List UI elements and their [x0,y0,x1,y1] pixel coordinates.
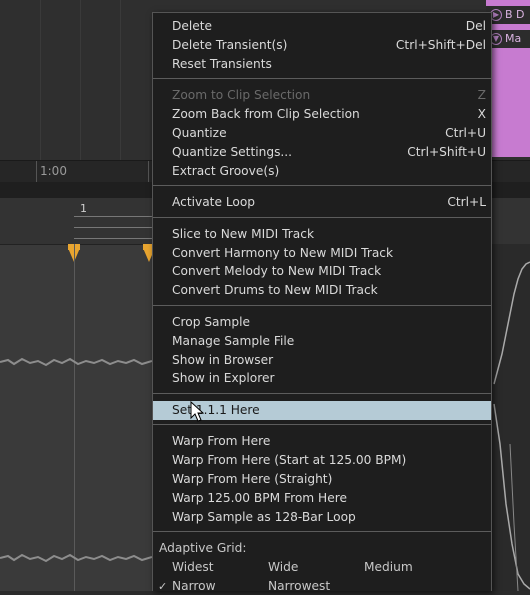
menu-item-label: Convert Drums to New MIDI Track [172,283,378,298]
menu-item-convert-harmony-to-new-midi-track[interactable]: Convert Harmony to New MIDI Track [153,244,491,263]
waveform-right [492,244,530,592]
menu-item-label: Reset Transients [172,56,272,71]
menu-item-extract-groove-s[interactable]: Extract Groove(s) [153,162,491,181]
context-menu: Delete Del Delete Transient(s) Ctrl+Shift+D… [152,12,492,591]
grid-option-narrow[interactable]: Narrow [172,579,216,591]
mouse-cursor-icon [190,401,204,422]
grid-option-medium[interactable]: Medium [364,560,413,574]
menu-item-label: Warp 125.00 BPM From Here [172,490,347,505]
bar-number: 1 [80,202,87,215]
grid-option-widest[interactable]: Widest [172,560,214,574]
menu-item-label: Slice to New MIDI Track [172,226,314,241]
menu-separator [153,531,491,533]
time-tick [148,161,149,183]
menu-item-convert-melody-to-new-midi-track[interactable]: Convert Melody to New MIDI Track [153,262,491,281]
menu-item-label: Zoom to Clip Selection [172,88,311,103]
menu-item-warp-from-here-start-at-125-00-bpm[interactable]: Warp From Here (Start at 125.00 BPM) [153,451,491,470]
menu-item-label: Show in Explorer [172,371,275,386]
track-name: B D [505,8,525,21]
menu-item-shortcut: Ctrl+Shift+U [407,144,486,159]
menu-item-label: Warp From Here (Straight) [172,472,333,486]
menu-item-convert-drums-to-new-midi-track[interactable]: Convert Drums to New MIDI Track [153,281,491,300]
menu-item-label: Manage Sample File [172,333,295,348]
menu-item-shortcut: Z [477,88,486,103]
menu-separator [153,424,491,426]
menu-separator [153,304,491,306]
menu-item-label: Quantize Settings... [172,144,293,159]
grid-line [80,0,81,160]
track-header[interactable]: ▶ B D [486,6,530,24]
menu-item-label: Extract Groove(s) [172,163,280,178]
menu-item-shortcut: Ctrl+Shift+Del [395,37,486,52]
menu-item-crop-sample[interactable]: Crop Sample [153,313,491,332]
loop-brace [74,216,154,217]
menu-item-label: Set 1.1.1 Here [172,402,260,417]
menu-item-zoom-back-from-clip-selection[interactable]: Zoom Back from Clip Selection X [153,105,491,124]
menu-item-label: Crop Sample [172,314,251,329]
menu-item-show-in-browser[interactable]: Show in Browser [153,351,491,370]
menu-separator [153,185,491,187]
adaptive-grid-header: Adaptive Grid: [159,541,247,556]
waveform [0,553,152,563]
menu-separator [153,392,491,394]
time-label: 1:00 [40,164,67,178]
menu-item-reset-transients[interactable]: Reset Transients [153,55,491,74]
menu-item-show-in-explorer[interactable]: Show in Explorer [153,369,491,388]
menu-item-label: Delete Transient(s) [172,37,288,52]
menu-item-delete-transient-s[interactable]: Delete Transient(s) Ctrl+Shift+Del [153,36,491,55]
menu-item-label: Quantize [172,126,227,140]
menu-item-warp-125-00-bpm-from-here[interactable]: Warp 125.00 BPM From Here [153,489,491,508]
menu-item-warp-from-here[interactable]: Warp From Here [153,432,491,451]
grid-line [120,0,121,160]
menu-item-delete[interactable]: Delete Del [153,17,491,36]
menu-item-shortcut: X [477,107,486,122]
grid-option-narrowest[interactable]: Narrowest [268,579,330,591]
menu-item-shortcut: Ctrl+L [447,195,486,210]
menu-item-label: Convert Melody to New MIDI Track [172,264,382,279]
track-header[interactable]: ▼ Ma [486,30,530,48]
menu-item-warp-sample-as-128-bar-loop[interactable]: Warp Sample as 128-Bar Loop [153,508,491,527]
loop-brace [74,238,154,239]
track-name: Ma [505,32,522,45]
menu-separator [153,78,491,80]
grid-option-wide[interactable]: Wide [268,560,298,574]
checkmark-icon: ✓ [158,580,168,591]
menu-separator [153,216,491,218]
menu-item-shortcut: Del [465,19,486,33]
menu-item-label: Show in Browser [172,352,274,367]
menu-item-quantize[interactable]: Quantize Ctrl+U [153,124,491,143]
menu-item-label: Activate Loop [172,195,256,210]
menu-item-label: Delete [172,19,213,33]
grid-line [40,0,41,160]
loop-brace [74,227,154,228]
menu-item-slice-to-new-midi-track[interactable]: Slice to New MIDI Track [153,225,491,244]
waveform [0,357,152,367]
menu-item-quantize-settings[interactable]: Quantize Settings... Ctrl+Shift+U [153,143,491,162]
menu-item-warp-from-here-straight[interactable]: Warp From Here (Straight) [153,470,491,489]
menu-item-label: Zoom Back from Clip Selection [172,107,360,122]
menu-item-manage-sample-file[interactable]: Manage Sample File [153,332,491,351]
menu-item-label: Convert Harmony to New MIDI Track [172,245,394,260]
menu-item-zoom-to-clip-selection[interactable]: Zoom to Clip Selection Z [153,86,491,105]
menu-item-label: Warp From Here (Start at 125.00 BPM) [172,453,407,468]
time-tick [36,161,37,183]
menu-item-label: Warp From Here [172,434,271,449]
menu-item-label: Warp Sample as 128-Bar Loop [172,509,356,524]
menu-item-shortcut: Ctrl+U [445,126,486,140]
menu-item-activate-loop[interactable]: Activate Loop Ctrl+L [153,193,491,212]
